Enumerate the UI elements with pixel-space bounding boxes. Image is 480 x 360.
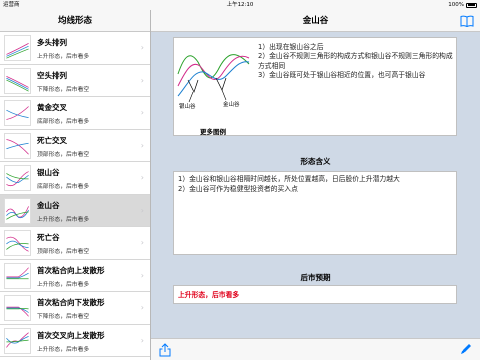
chevron-right-icon: › [140, 205, 144, 215]
meaning-line: 2）金山谷可作为稳健型投资者的买入点 [178, 184, 298, 193]
pattern-description: 1）出现在银山谷之后 2）金山谷不规则三角形的构成方式和银山谷不规则三角形的构成… [258, 43, 454, 80]
status-time: 上午12:10 [226, 2, 254, 8]
list-item[interactable]: 多头排列上升形态，后市看多 › [0, 32, 150, 65]
detail-nav-bar: 金山谷 [151, 10, 480, 32]
battery-percent: 100% [448, 2, 464, 8]
list-item[interactable]: 死亡谷顶部形态，后市看空 › [0, 227, 150, 260]
list-item[interactable]: 死亡交叉顶部形态，后市看空 › [0, 129, 150, 162]
pattern-thumbnail [4, 132, 31, 159]
book-icon[interactable] [460, 14, 474, 28]
pattern-thumbnail [4, 197, 31, 224]
list-item[interactable]: 银山谷底部形态，后市看多 › [0, 162, 150, 195]
meaning-box: 1）金山谷和银山谷相隔时间越长，所处位置越高，日后股价上升潜力越大 2）金山谷可… [173, 171, 457, 255]
outlook-section-title: 后市预期 [300, 273, 331, 282]
battery-icon [466, 2, 477, 8]
description-line: 1）出现在银山谷之后 [258, 43, 324, 51]
list-item-title: 首次粘合向上发散形 [37, 265, 105, 275]
list-item-subtitle: 底部形态，后市看多 [37, 119, 90, 125]
outlook-text: 上升形态，后市看多 [178, 291, 240, 299]
list-title: 均线形态 [0, 10, 150, 32]
list-item[interactable]: 首次粘合向上发散形 上升形态，后市看多 › [0, 259, 150, 292]
list-item-subtitle: 下降形态，后市看空 [37, 314, 90, 320]
list-item-title: 死亡交叉 [37, 135, 67, 145]
detail-panel: 金山谷 银山谷 金山谷 更多图例 1）出现在银山谷之后 2）金山谷不规则三角形的… [151, 10, 480, 360]
list-item-title: 多头排列 [37, 38, 67, 47]
list-item[interactable]: 首次交叉向上发散形 上升形态，后市看多 › [0, 324, 150, 357]
share-icon[interactable] [159, 343, 171, 357]
more-examples-button[interactable]: 更多图例 [200, 126, 226, 136]
list-item-subtitle: 上升形态，后市看多 [37, 216, 90, 223]
pencil-icon[interactable] [460, 343, 472, 355]
outlook-box: 上升形态，后市看多 [173, 285, 457, 304]
detail-title: 金山谷 [302, 16, 329, 26]
list-item-subtitle: 底部形态，后市看多 [37, 184, 90, 190]
pattern-list-panel: 均线形态 多头排列 上升形态，后市看多 › 空头排列 下降形态，后市看空 › 黄金交叉 底部形… [0, 10, 151, 360]
pattern-thumbnail [4, 100, 31, 126]
description-line: 2）金山谷不规则三角形的构成方式和银山谷不规则三角形的构成方式相同 [258, 52, 453, 70]
list-item-title: 首次粘合向下发散形 [37, 298, 105, 307]
chevron-right-icon: › [140, 43, 144, 52]
list-item-subtitle: 顶部形态，后市看空 [37, 151, 90, 158]
list-item-subtitle: 上升形态，后市看多 [37, 281, 90, 288]
list-item-title: 银山谷 [37, 168, 60, 177]
list-item-subtitle: 上升形态，后市看多 [37, 54, 90, 60]
meaning-section-title: 形态含义 [300, 157, 331, 166]
chevron-right-icon: › [140, 75, 144, 85]
list-item-title: 黄金交叉 [37, 103, 67, 112]
chevron-right-icon: › [140, 140, 144, 150]
meaning-line: 1）金山谷和银山谷相隔时间越长，所处位置越高，日后股价上升潜力越大 [178, 175, 400, 183]
chevron-right-icon: › [140, 303, 144, 312]
list-item-subtitle: 下降形态，后市看空 [37, 86, 90, 93]
pattern-thumbnail [4, 262, 31, 289]
chevron-right-icon: › [140, 335, 144, 345]
pattern-thumbnail [4, 230, 31, 256]
list-item-title: 首次交叉向上发散形 [37, 330, 105, 340]
pattern-thumbnail [4, 295, 31, 321]
description-line: 3）金山谷既可处于银山谷相近的位置，也可高于银山谷 [258, 70, 426, 79]
illustration-section: 银山谷 金山谷 更多图例 1）出现在银山谷之后 2）金山谷不规则三角形的构成方式… [151, 32, 480, 144]
diagram-label-left: 银山谷 [179, 102, 196, 110]
list-item[interactable]: 黄金交叉底部形态，后市看多 › [0, 97, 150, 130]
list-item-subtitle: 顶部形态，后市看空 [37, 249, 90, 255]
pattern-thumbnail [4, 35, 31, 61]
illustration-card: 银山谷 金山谷 更多图例 1）出现在银山谷之后 2）金山谷不规则三角形的构成方式… [173, 37, 457, 136]
chevron-right-icon: › [140, 108, 144, 117]
list-item-title: 空头排列 [37, 70, 67, 80]
chevron-right-icon: › [140, 238, 144, 247]
pattern-thumbnail [4, 165, 31, 191]
chevron-right-icon: › [140, 270, 144, 280]
list-item[interactable]: 空头排列下降形态，后市看空 › [0, 64, 150, 97]
list-item[interactable]: 首次粘合向下发散形 下降形态，后市看空 › [0, 292, 150, 325]
status-bar: 运营商 上午12:10 100% [0, 0, 480, 10]
list-item-title: 死亡谷 [37, 233, 60, 242]
bottom-toolbar [151, 338, 480, 360]
list-item-title: 金山谷 [37, 200, 60, 210]
pattern-thumbnail [4, 327, 31, 354]
list-item[interactable]: 金山谷上升形态，后市看多 › [0, 194, 150, 227]
diagram-label-right: 金山谷 [223, 100, 240, 108]
list-item-subtitle: 上升形态，后市看多 [37, 346, 90, 353]
chevron-right-icon: › [140, 173, 144, 182]
golden-valley-diagram: 银山谷 金山谷 [177, 54, 250, 110]
pattern-list: 多头排列 上升形态，后市看多 › 空头排列 下降形态，后市看空 › 黄金交叉 底部形态，后市看… [0, 32, 150, 357]
pattern-thumbnail [4, 67, 31, 94]
